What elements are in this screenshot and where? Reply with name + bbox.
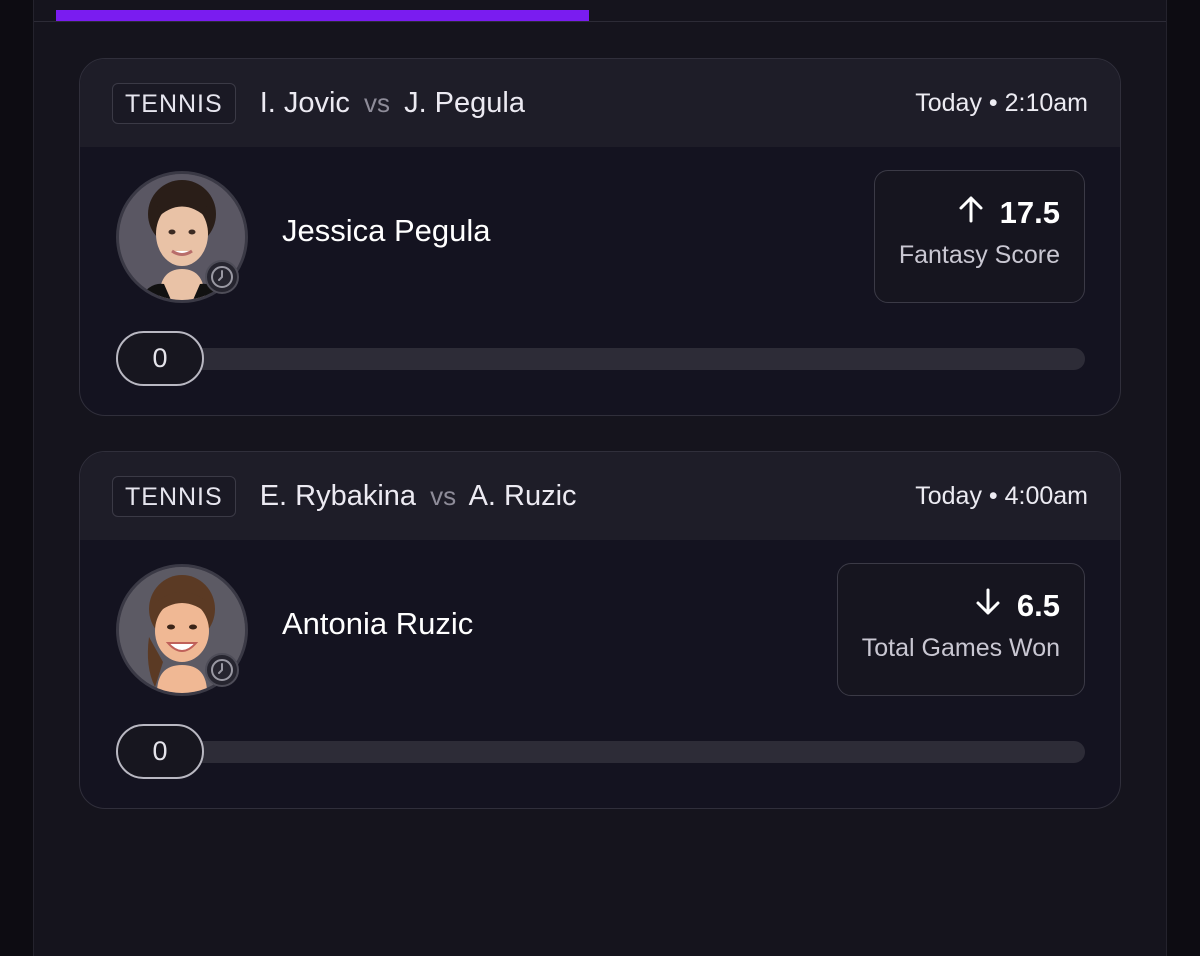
player-a: I. Jovic (259, 86, 350, 119)
clock-icon (205, 260, 239, 294)
sport-tag: TENNIS (112, 82, 236, 124)
clock-icon (205, 653, 239, 687)
player-name: Jessica Pegula (282, 213, 491, 248)
arrow-down-icon (975, 588, 1001, 624)
current-value: 0 (116, 724, 204, 779)
line-value: 6.5 (1016, 588, 1060, 623)
sport-tag: TENNIS (112, 475, 236, 517)
card-header: TENNIS I. Jovic vs J. Pegula Today • 2:1… (80, 59, 1120, 147)
stat-projection[interactable]: 6.5 Total Games Won (836, 563, 1085, 696)
player-b: A. Ruzic (468, 479, 577, 512)
stat-progress-track (116, 348, 1085, 370)
pick-card[interactable]: TENNIS I. Jovic vs J. Pegula Today • 2:1… (79, 58, 1121, 416)
matchup: I. Jovic vs J. Pegula (260, 87, 525, 120)
player-name: Antonia Ruzic (282, 606, 474, 641)
current-value: 0 (116, 331, 204, 386)
progress-track (34, 21, 1166, 22)
card-header: TENNIS E. Rybakina vs A. Ruzic Today • 4… (80, 452, 1120, 540)
player-a: E. Rybakina (259, 479, 417, 512)
stat-label: Total Games Won (861, 634, 1060, 662)
left-rail (0, 0, 34, 956)
stat-progress-track (116, 741, 1085, 763)
pick-card[interactable]: TENNIS E. Rybakina vs A. Ruzic Today • 4… (79, 451, 1121, 809)
main-panel: TENNIS I. Jovic vs J. Pegula Today • 2:1… (34, 0, 1166, 956)
stat-label: Fantasy Score (898, 241, 1060, 269)
stat-projection[interactable]: 17.5 Fantasy Score (873, 170, 1085, 303)
vs-label: vs (430, 480, 457, 511)
vs-label: vs (364, 87, 390, 118)
matchup: E. Rybakina vs A. Ruzic (260, 480, 577, 513)
match-time: Today • 2:10am (915, 88, 1088, 117)
right-rail (1166, 0, 1200, 956)
match-time: Today • 4:00am (915, 481, 1088, 510)
arrow-up-icon (958, 195, 984, 231)
player-b: J. Pegula (404, 86, 525, 119)
line-value: 17.5 (999, 195, 1060, 230)
progress-bar (56, 10, 589, 21)
